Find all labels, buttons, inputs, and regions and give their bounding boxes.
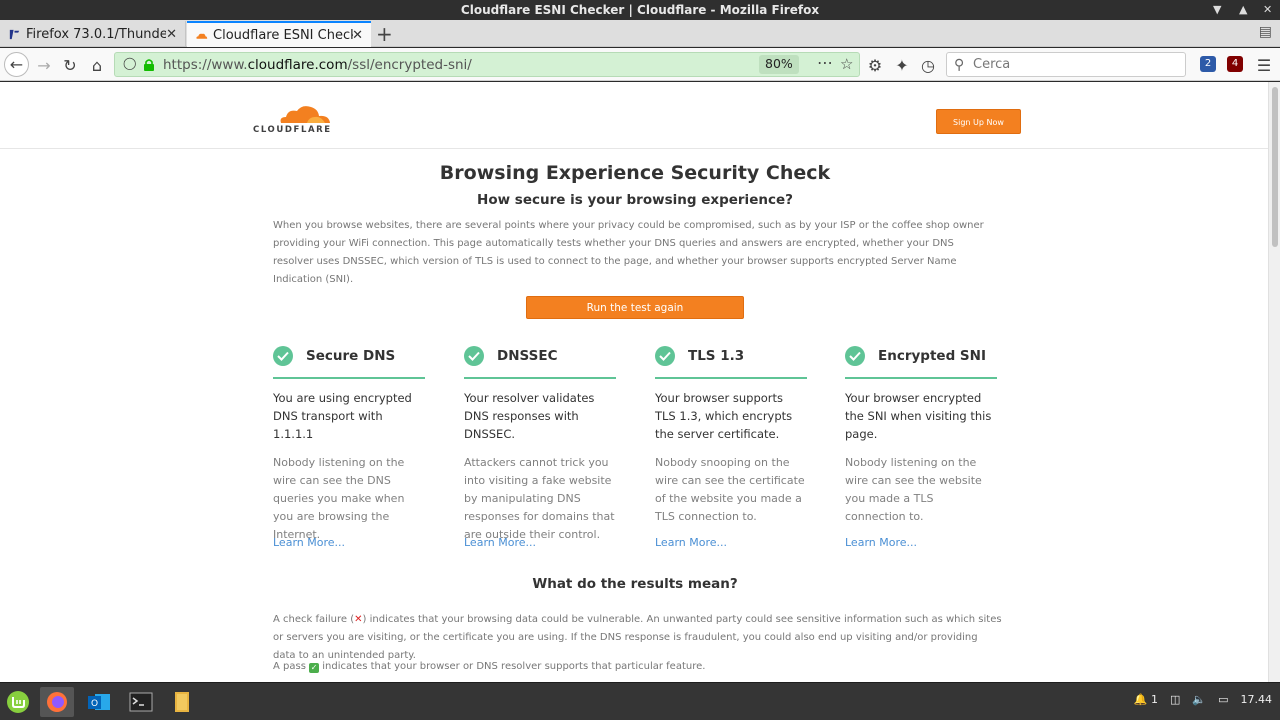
tab-close-icon[interactable]: ✕ — [166, 27, 177, 42]
check-icon — [655, 346, 675, 366]
card-dnssec: DNSSEC Your resolver validates DNS respo… — [464, 345, 616, 549]
page-subtitle: How secure is your browsing experience? — [477, 192, 793, 208]
cloud-logo-icon — [280, 106, 330, 123]
outlook-taskbar-icon[interactable]: O — [84, 687, 114, 717]
notifications-icon[interactable]: 🔔 1 — [1134, 693, 1158, 706]
green-check-icon: ✓ — [309, 663, 320, 673]
card-title: Encrypted SNI — [878, 348, 986, 364]
search-icon: ⚲ — [954, 57, 965, 73]
volume-icon[interactable]: 🔈 — [1192, 693, 1206, 706]
tab-cloudflare-esni[interactable]: Cloudflare ESNI Checker ✕ — [187, 21, 371, 47]
card-detail: Nobody listening on the wire can see the… — [845, 456, 982, 523]
card-header: DNSSEC — [464, 345, 616, 379]
check-icon — [273, 346, 293, 366]
url-bar[interactable]: ◯ https://www.cloudflare.com/ssl/encrypt… — [114, 52, 860, 77]
card-tls-1-3: TLS 1.3 Your browser supports TLS 1.3, w… — [655, 345, 807, 549]
firefox-taskbar-icon[interactable] — [40, 687, 74, 717]
ublock-icon[interactable]: 4 — [1227, 56, 1243, 72]
card-detail: Nobody snooping on the wire can see the … — [655, 456, 805, 523]
network-icon[interactable]: ◫ — [1170, 693, 1180, 706]
learn-more-link[interactable]: Learn More... — [273, 536, 345, 549]
card-lead: Your resolver validates DNS responses wi… — [464, 391, 595, 441]
tab-label: Cloudflare ESNI Checker — [213, 27, 353, 43]
window-titlebar: Cloudflare ESNI Checker | Cloudflare - M… — [0, 0, 1280, 20]
page-viewport: CLOUDFLARE Sign Up Now Browsing Experien… — [0, 82, 1268, 682]
close-window-button[interactable]: ✕ — [1263, 0, 1272, 20]
cloudflare-logo[interactable]: CLOUDFLARE — [253, 104, 333, 136]
settings-gear-icon[interactable]: ⚙ — [862, 52, 888, 78]
search-input[interactable]: ⚲ Cerca — [946, 52, 1186, 77]
card-title: DNSSEC — [497, 348, 558, 364]
scrollbar-thumb[interactable] — [1272, 87, 1278, 247]
card-detail: Nobody listening on the wire can see the… — [273, 456, 405, 541]
check-icon — [464, 346, 484, 366]
page-actions-icon[interactable]: ⋯ — [817, 53, 833, 72]
check-icon — [845, 346, 865, 366]
card-lead: You are using encrypted DNS transport wi… — [273, 391, 412, 441]
puzzle-icon[interactable]: ✦ — [889, 52, 915, 78]
page-title: Browsing Experience Security Check — [439, 162, 831, 184]
card-header: Secure DNS — [273, 345, 425, 379]
cloudflare-favicon-icon — [196, 33, 208, 39]
taskbar: O 🔔 1 ◫ 🔈 ▭ 17.44 — [0, 682, 1280, 720]
vertical-scrollbar[interactable] — [1268, 82, 1280, 682]
card-encrypted-sni: Encrypted SNI Your browser encrypted the… — [845, 345, 997, 549]
shield-icon[interactable]: ◯ — [123, 56, 136, 70]
battery-icon[interactable]: ▭ — [1218, 693, 1228, 706]
reload-button[interactable]: ↻ — [57, 52, 83, 78]
card-lead: Your browser encrypted the SNI when visi… — [845, 391, 992, 441]
terminal-taskbar-icon[interactable] — [126, 687, 156, 717]
clock[interactable]: 17.44 — [1241, 693, 1273, 706]
card-detail: Attackers cannot trick you into visiting… — [464, 456, 615, 541]
url-text[interactable]: https://www.cloudflare.com/ssl/encrypted… — [163, 57, 472, 73]
tab-firefox-thunderbird[interactable]: Firefox 73.0.1/Thunderbird ✕ — [0, 21, 186, 47]
system-tray: 🔔 1 ◫ 🔈 ▭ 17.44 — [1134, 693, 1272, 706]
history-clock-icon[interactable]: ◷ — [915, 52, 941, 78]
tab-list-icon[interactable]: ▤ — [1259, 24, 1272, 40]
pass-explanation: A pass ✓ indicates that your browser or … — [273, 661, 706, 673]
learn-more-link[interactable]: Learn More... — [655, 536, 727, 549]
sign-up-button[interactable]: Sign Up Now — [936, 109, 1021, 134]
learn-more-link[interactable]: Learn More... — [845, 536, 917, 549]
site-header: CLOUDFLARE Sign Up Now — [0, 82, 1268, 149]
menu-hamburger-icon[interactable]: ☰ — [1251, 52, 1277, 78]
home-button[interactable]: ⌂ — [84, 52, 110, 78]
bookmark-star-icon[interactable]: ☆ — [840, 55, 853, 73]
extension-s-icon[interactable]: 2 — [1200, 56, 1216, 72]
navigation-toolbar: ← → ↻ ⌂ ◯ https://www.cloudflare.com/ssl… — [0, 48, 1280, 81]
learn-more-link[interactable]: Learn More... — [464, 536, 536, 549]
files-taskbar-icon[interactable] — [167, 687, 197, 717]
red-x-icon: ✕ — [354, 614, 363, 625]
card-header: Encrypted SNI — [845, 345, 997, 379]
maximize-button[interactable]: ▲ — [1239, 0, 1247, 20]
logo-wordmark: CLOUDFLARE — [253, 125, 332, 135]
card-title: Secure DNS — [306, 348, 396, 364]
tab-strip: Firefox 73.0.1/Thunderbird ✕ Cloudflare … — [0, 20, 1280, 47]
lock-icon[interactable] — [143, 58, 155, 71]
card-lead: Your browser supports TLS 1.3, which enc… — [655, 391, 793, 441]
tab-close-icon[interactable]: ✕ — [352, 28, 363, 43]
card-title: TLS 1.3 — [688, 348, 745, 364]
card-header: TLS 1.3 — [655, 345, 807, 379]
card-secure-dns: Secure DNS You are using encrypted DNS t… — [273, 345, 425, 549]
tab-label: Firefox 73.0.1/Thunderbird — [26, 26, 166, 42]
zoom-level-button[interactable]: 80% — [759, 55, 799, 74]
firefox-favicon-icon — [9, 29, 20, 39]
svg-text:O: O — [91, 699, 98, 709]
window-title: Cloudflare ESNI Checker | Cloudflare - M… — [460, 3, 820, 17]
minimize-button[interactable]: ▼ — [1213, 0, 1221, 20]
results-heading: What do the results mean? — [532, 576, 738, 592]
failure-explanation: A check failure (✕) indicates that your … — [273, 614, 1002, 661]
run-test-again-button[interactable]: Run the test again — [526, 296, 744, 319]
mint-menu-icon[interactable] — [3, 687, 33, 717]
intro-paragraph: When you browse websites, there are seve… — [273, 220, 984, 285]
forward-button[interactable]: → — [31, 52, 57, 78]
new-tab-button[interactable]: + — [376, 22, 393, 46]
back-button[interactable]: ← — [4, 52, 29, 77]
